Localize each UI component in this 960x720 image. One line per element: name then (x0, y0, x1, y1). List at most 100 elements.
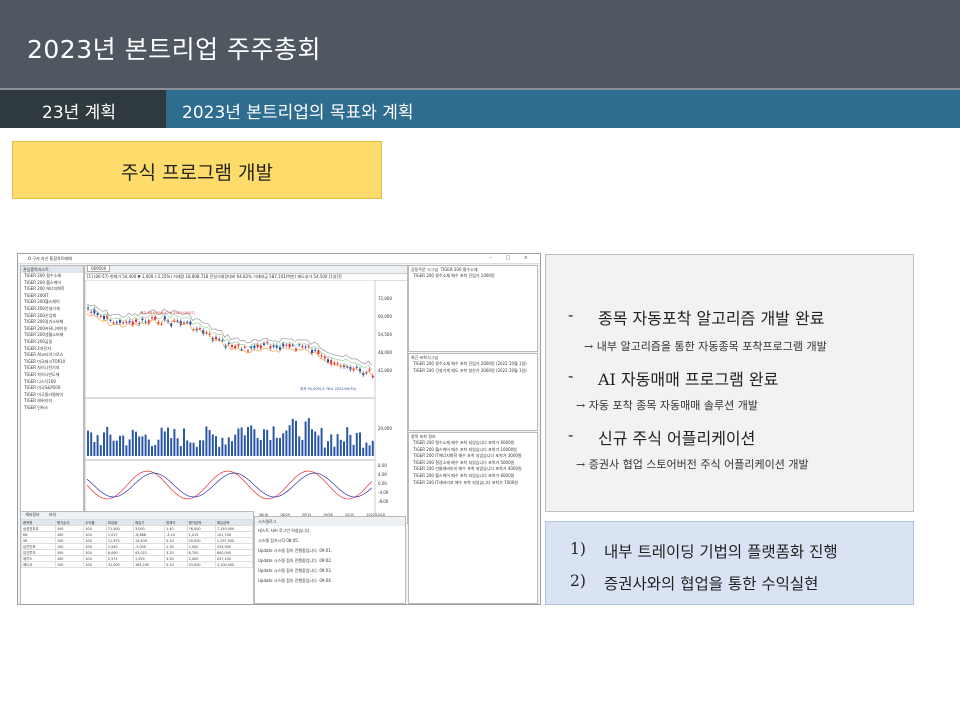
high-price-note: 최고 68,000(6.47% 2022/05/07) (140, 310, 196, 315)
signal-panel-2-title: 최근 포착시그널 (411, 355, 439, 360)
volume-bar (96, 435, 99, 456)
app-title: Ο 구자 자신 통합차트매매 (28, 256, 72, 261)
volume-bar (317, 435, 320, 456)
signal-panel-1-title: 공동주문 시그널 TIGER 200 필수소재 (411, 267, 478, 272)
volume-bar (93, 441, 96, 456)
volume-bar (237, 428, 240, 456)
volume-bar (119, 435, 121, 456)
volume-bar (362, 447, 365, 456)
table-row[interactable]: 메디서 100 100 31,000 183,290 5.10 33,000 3,100,00… (21, 561, 253, 568)
table-cell: 메디서 (21, 561, 56, 568)
achievement-2-bullet: - (568, 366, 574, 385)
watchlist-item: TIGER 200IT (24, 292, 49, 298)
volume-bar (339, 439, 342, 456)
volume-bar (365, 442, 368, 456)
candle-body (186, 321, 189, 323)
volume-bar (247, 427, 249, 456)
log-line: Update 시스템 접속 진행중입니다. 09:03. (258, 568, 333, 573)
tab-account[interactable]: 계좌정보 (21, 512, 44, 517)
watchlist-item: TIGER 200 필수소재 (24, 273, 61, 278)
volume-bar (250, 425, 253, 456)
chart-panel: 069500 [1] (06-57) 현재가 54,400 ▼ 1,000 (-… (84, 265, 408, 524)
volume-bar (106, 426, 109, 456)
candle-body (176, 320, 179, 322)
volume-bar (327, 441, 329, 456)
volume-bar (333, 446, 336, 456)
volume-bar (269, 439, 272, 456)
volume-bar (320, 427, 323, 456)
volume-bar (291, 418, 294, 456)
table-cell: 3,100,000 (214, 561, 253, 568)
volume-bar (295, 420, 297, 456)
candle-body (298, 344, 301, 346)
stock-code-input[interactable]: 069500 (87, 265, 111, 272)
candle-body (314, 349, 317, 351)
candle-body (144, 321, 147, 323)
signal-panel-3-title: 종목 포착 정보 (411, 434, 436, 439)
watchlist-item: TIGER 200 헬스케어 (24, 279, 61, 285)
candle-body (320, 355, 323, 357)
volume-bar (173, 428, 176, 456)
volume-bar (208, 430, 211, 456)
candle-body (269, 346, 272, 349)
candle-body (227, 342, 230, 344)
volume-bar (131, 429, 134, 456)
volume-bar (192, 442, 195, 456)
candle-body (128, 321, 131, 323)
candle-body (279, 347, 281, 350)
volume-bar (141, 436, 144, 456)
candle-body (336, 363, 339, 365)
volume-bar (183, 428, 185, 456)
volume-bar (138, 436, 141, 456)
volume-bar (170, 438, 173, 456)
candle-body (125, 321, 128, 323)
watchlist-item: TIGER 200커뮤니케이션 (24, 325, 68, 331)
volume-bar (298, 436, 301, 456)
app-title-bar: Ο 구자 자신 통합차트매매 – □ × (18, 254, 540, 264)
log-line: 시스템 접속시작 08:45. (258, 538, 300, 543)
candle-body (317, 350, 320, 355)
volume-bar (355, 433, 358, 456)
volume-bar (243, 435, 246, 456)
volume-bar (368, 445, 371, 456)
trading-app-window: Ο 구자 자신 통합차트매매 – □ × 관심종목리스트 TIGER 200 필… (17, 253, 541, 605)
table-cell: 100 (83, 561, 107, 568)
tab-holdings[interactable]: 보유 (45, 512, 60, 517)
log-line: 테스트 서버 로그인 하셨습니다. (258, 528, 311, 533)
watchlist-item: TIGER 200헬스케어 (24, 299, 60, 305)
volume-bar (144, 434, 147, 456)
volume-bar (259, 439, 262, 456)
achievement-1-title: 종목 자동포착 알고리즘 개발 완료 (598, 309, 825, 328)
volume-bar (240, 427, 243, 456)
candle-body (253, 345, 256, 349)
volume-bar (311, 429, 313, 456)
watchlist-item: TIGER 200금융 (24, 338, 53, 344)
plan-1-text: 내부 트레이딩 기법의 플랫폼화 진행 (604, 543, 838, 561)
topic-box: 주식 프로그램 개발 (12, 141, 382, 199)
signal-line: TIGER 200 IT에너지화학 매수 포착 되었습니다 포착가 3000원 (413, 453, 522, 459)
watchlist-item: TIGER 200건설기계 (24, 305, 60, 311)
window-controls[interactable]: – □ × (489, 255, 534, 261)
signal-panel-3: 종목 포착 정보 TIGER 200 필수소재 매수 포착 되었습니다 포착가 … (408, 432, 538, 604)
volume-bar (282, 433, 285, 456)
portfolio-panel: 계좌정보 보유 종목명 평가손익 수익률 보유량 매입가 현재가 평가금액 매입금액 삼성전자우… (20, 511, 254, 604)
volume-bar (221, 437, 224, 456)
chart-toolbar[interactable]: 069500 (85, 265, 407, 274)
table-cell: 31,000 (105, 561, 134, 568)
volume-bar (179, 446, 182, 456)
volume-bar (352, 444, 355, 456)
volume-bar (279, 438, 281, 456)
candle-body (218, 338, 221, 340)
candle-body (327, 359, 329, 363)
volume-bar (103, 432, 105, 456)
volume-bar (167, 427, 169, 456)
watchlist-item: TIGER 미국테크TOP10 (24, 358, 66, 364)
candle-body (122, 322, 125, 324)
candle-body (355, 366, 358, 368)
achievement-2-detail: → 자동 포착 종목 자동매매 솔루션 개발 (576, 399, 758, 412)
watchlist-item: TIGER 2차전지 (24, 345, 51, 351)
price-axis-label: 60,000 (378, 314, 392, 319)
achievement-3-bullet: - (568, 425, 574, 444)
volume-bar (349, 434, 352, 456)
candle-body (288, 344, 291, 348)
